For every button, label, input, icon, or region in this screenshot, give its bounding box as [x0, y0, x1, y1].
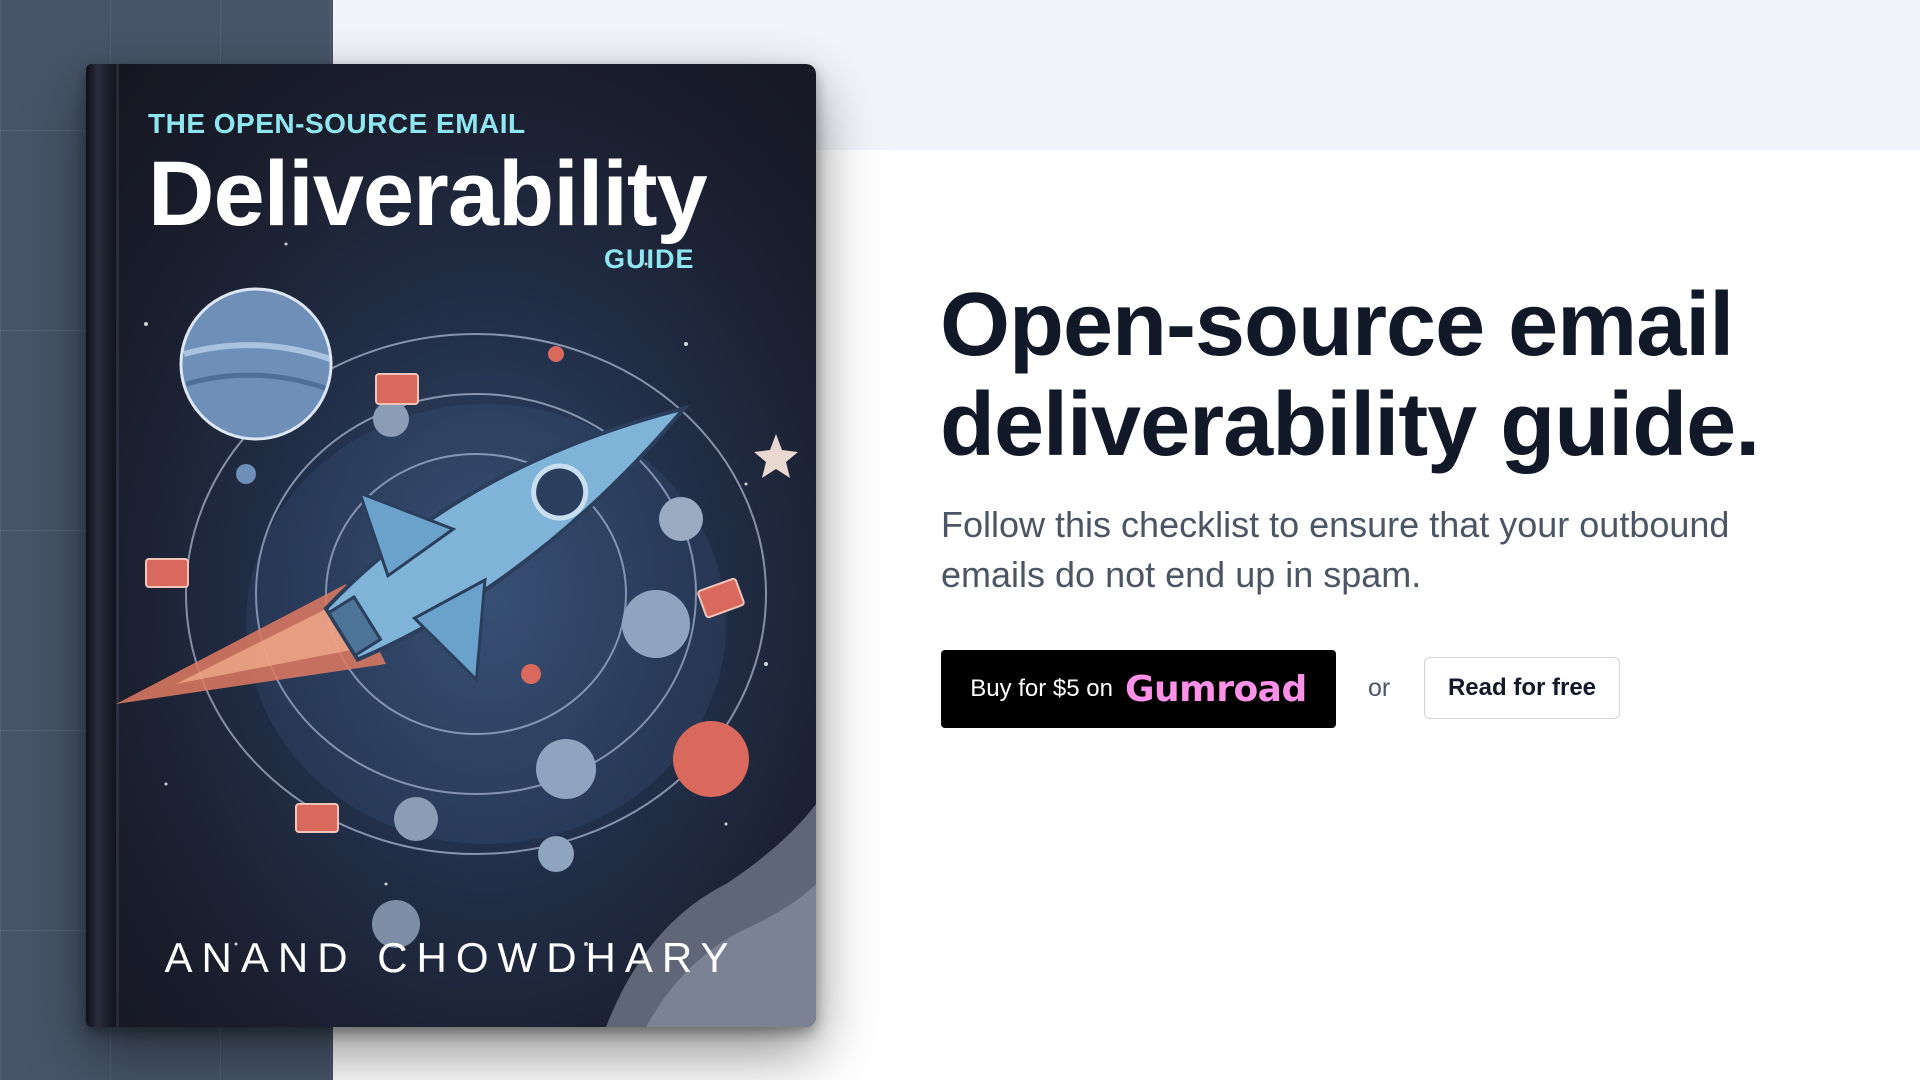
or-separator: or [1368, 674, 1391, 702]
book-author: ANAND CHOWDHARY [164, 934, 738, 981]
book-cover: THE OPEN-SOURCE EMAIL Deliverability GUI… [86, 64, 816, 1027]
page-subtitle: Follow this checklist to ensure that you… [941, 500, 1861, 600]
book-spine-edge [116, 64, 119, 1027]
book-spine [86, 64, 116, 1027]
buy-button-label: Buy for $5 on [970, 675, 1113, 702]
subtitle-line-1: Follow this checklist to ensure that you… [941, 504, 1730, 545]
subtitle-line-2: emails do not end up in spam. [941, 554, 1422, 595]
buy-on-gumroad-button[interactable]: Buy for $5 on Gumroad [941, 650, 1336, 728]
headline-line-1: Open-source email [940, 275, 1734, 375]
book-title: Deliverability [148, 143, 708, 245]
book-subtitle: GUIDE [604, 244, 695, 274]
gumroad-logo: Gumroad [1125, 668, 1307, 710]
headline-line-2: deliverability guide. [940, 375, 1760, 475]
read-for-free-button[interactable]: Read for free [1424, 657, 1620, 719]
book-kicker: THE OPEN-SOURCE EMAIL [148, 108, 526, 139]
page-headline: Open-source email deliverability guide. [940, 275, 1860, 475]
